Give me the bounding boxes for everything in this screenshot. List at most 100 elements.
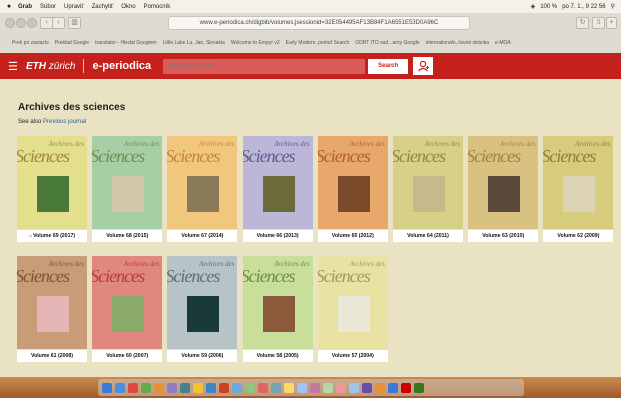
address-bar[interactable]: www.e-periodica.ch/digbib/volumes;jsessi… [168, 16, 470, 30]
volume-cover-image[interactable]: Archives des Sciences [393, 136, 463, 229]
volume-label[interactable]: Volume 66 (2013) [242, 230, 313, 242]
reload-icon[interactable]: ↻ [576, 17, 589, 29]
close-window-button[interactable] [5, 18, 15, 28]
dock-app-icon[interactable] [245, 382, 255, 393]
volume-card[interactable]: Archives des Sciences ⌂Volume 69 (2017) [17, 136, 87, 246]
volume-label[interactable]: Volume 62 (2009) [543, 230, 614, 242]
menu-edit[interactable]: Upraviť [64, 4, 84, 10]
dock-app-icon[interactable] [323, 382, 333, 393]
volume-label[interactable]: Volume 57 (2004) [317, 350, 388, 362]
volume-card[interactable]: Archives des Sciences Volume 64 (2011) [393, 136, 463, 246]
volume-card[interactable]: Archives des Sciences Volume 67 (2014) [167, 136, 238, 246]
volume-card[interactable]: Archives des Sciences Volume 60 (2007) [92, 256, 163, 366]
volume-cover-image[interactable]: Archives des Sciences [543, 136, 614, 229]
bookmark-item[interactable]: Prek pri zaviazlo [12, 40, 49, 46]
bookmark-item[interactable]: translator - Hledat Googlem [95, 40, 156, 46]
volume-label[interactable]: Volume 63 (2010) [468, 230, 539, 242]
volume-label[interactable]: Volume 64 (2011) [393, 230, 463, 242]
volume-card[interactable]: Archives des Sciences Volume 61 (2008) [17, 256, 87, 366]
menu-window[interactable]: Okno [121, 4, 135, 10]
volume-label[interactable]: Volume 61 (2008) [17, 350, 87, 362]
dock-app-icon[interactable] [388, 382, 398, 393]
share-icon[interactable]: ⇧ [592, 17, 605, 29]
forward-button[interactable]: › [52, 17, 65, 29]
battery-percent[interactable]: 100 % [540, 4, 557, 10]
previous-journal-link[interactable]: Previous journal [43, 119, 86, 125]
volume-cover-image[interactable]: Archives des Sciences [17, 256, 87, 349]
menu-grab[interactable]: Grab [18, 4, 32, 10]
menu-file[interactable]: Súbor [40, 4, 56, 10]
volume-cover-image[interactable]: Archives des Sciences [167, 136, 238, 229]
dock-app-icon[interactable] [258, 382, 268, 393]
site-name[interactable]: e-periodica [92, 60, 151, 72]
dock-app-icon[interactable] [167, 382, 177, 393]
dock-app-icon[interactable] [128, 382, 138, 393]
volume-card[interactable]: Archives des Sciences Volume 68 (2015) [92, 136, 163, 246]
dock-app-icon[interactable] [219, 382, 229, 393]
volume-cover-image[interactable]: Archives des Sciences [17, 136, 87, 229]
sidebar-icon[interactable]: ▥ [68, 17, 81, 29]
volume-label[interactable]: Volume 60 (2007) [92, 350, 163, 362]
dock-app-icon[interactable] [336, 382, 346, 393]
volume-cover-image[interactable]: Archives des Sciences [92, 256, 163, 349]
bookmark-item[interactable]: Welcome to Empyr v2 [231, 40, 280, 46]
zoom-window-button[interactable] [27, 18, 37, 28]
dock-app-icon[interactable] [284, 382, 294, 393]
dock-app-icon[interactable] [414, 382, 424, 393]
bookmark-item[interactable]: Little Lake Lu, Jan, Slovakia [163, 40, 225, 46]
dock-app-icon[interactable] [375, 382, 385, 393]
bookmark-item[interactable]: Preklad Google [55, 40, 89, 46]
search-button[interactable]: Search [368, 58, 409, 74]
wifi-icon[interactable]: ◈ [531, 3, 536, 10]
volume-cover-image[interactable]: Archives des Sciences [167, 256, 238, 349]
volume-cover-image[interactable]: Archives des Sciences [468, 136, 539, 229]
minimize-window-button[interactable] [16, 18, 26, 28]
volume-cover-image[interactable]: Archives des Sciences [317, 136, 388, 229]
volume-cover-image[interactable]: Archives des Sciences [242, 256, 313, 349]
dock-app-icon[interactable] [180, 382, 190, 393]
dock-app-icon[interactable] [271, 382, 281, 393]
dock-app-icon[interactable] [362, 382, 372, 393]
dock-app-icon[interactable] [193, 382, 203, 393]
volume-card[interactable]: Archives des Sciences Volume 57 (2004) [317, 256, 388, 366]
volume-card[interactable]: Archives des Sciences Volume 63 (2010) [468, 136, 539, 246]
volume-label[interactable]: Volume 67 (2014) [167, 230, 238, 242]
dock-app-icon[interactable] [401, 382, 411, 393]
dock-app-icon[interactable] [154, 382, 164, 393]
volume-label[interactable]: ⌂Volume 69 (2017) [17, 230, 87, 242]
volume-card[interactable]: Archives des Sciences Volume 58 (2005) [242, 256, 313, 366]
volume-label[interactable]: Volume 68 (2015) [92, 230, 163, 242]
dock-app-icon[interactable] [310, 382, 320, 393]
volume-card[interactable]: Archives des Sciences Volume 59 (2006) [167, 256, 238, 366]
volume-card[interactable]: Archives des Sciences Volume 62 (2009) [543, 136, 614, 246]
apple-icon[interactable]: ● [4, 3, 14, 10]
bookmark-item[interactable]: e-MOA [495, 40, 511, 46]
volume-label[interactable]: Volume 59 (2006) [167, 350, 238, 362]
dock-app-icon[interactable] [141, 382, 151, 393]
dock-app-icon[interactable] [115, 382, 125, 393]
volume-label[interactable]: Volume 58 (2005) [242, 350, 313, 362]
volume-cover-image[interactable]: Archives des Sciences [92, 136, 163, 229]
spotlight-icon[interactable]: ⚲ [611, 3, 615, 10]
eth-logo[interactable]: ETH zürich [26, 61, 75, 72]
user-login-button[interactable] [413, 57, 434, 75]
volume-card[interactable]: Archives des Sciences Volume 66 (2013) [242, 136, 313, 246]
dock-app-icon[interactable] [297, 382, 307, 393]
volume-label[interactable]: Volume 65 (2012) [317, 230, 388, 242]
volume-cover-image[interactable]: Archives des Sciences [242, 136, 313, 229]
menu-help[interactable]: Pomocník [144, 4, 171, 10]
dock-app-icon[interactable] [232, 382, 242, 393]
volume-card[interactable]: Archives des Sciences Volume 65 (2012) [317, 136, 388, 246]
search-input[interactable] [163, 58, 366, 74]
hamburger-menu-icon[interactable]: ☰ [8, 60, 20, 73]
dock-app-icon[interactable] [349, 382, 359, 393]
bookmark-item[interactable]: internationáln..ťavná stránka [426, 40, 489, 46]
clock[interactable]: po 7. 1., 9 22 56 [562, 4, 605, 10]
bookmark-item[interactable]: Early Modern..period Search [286, 40, 350, 46]
menu-capture[interactable]: Zachytiť [92, 4, 114, 10]
dock-app-icon[interactable] [102, 382, 112, 393]
tabs-icon[interactable]: + [606, 17, 617, 29]
dock-app-icon[interactable] [206, 382, 216, 393]
bookmark-item[interactable]: ODBT ITO sud...arny Google [355, 40, 419, 46]
volume-cover-image[interactable]: Archives des Sciences [317, 256, 388, 349]
